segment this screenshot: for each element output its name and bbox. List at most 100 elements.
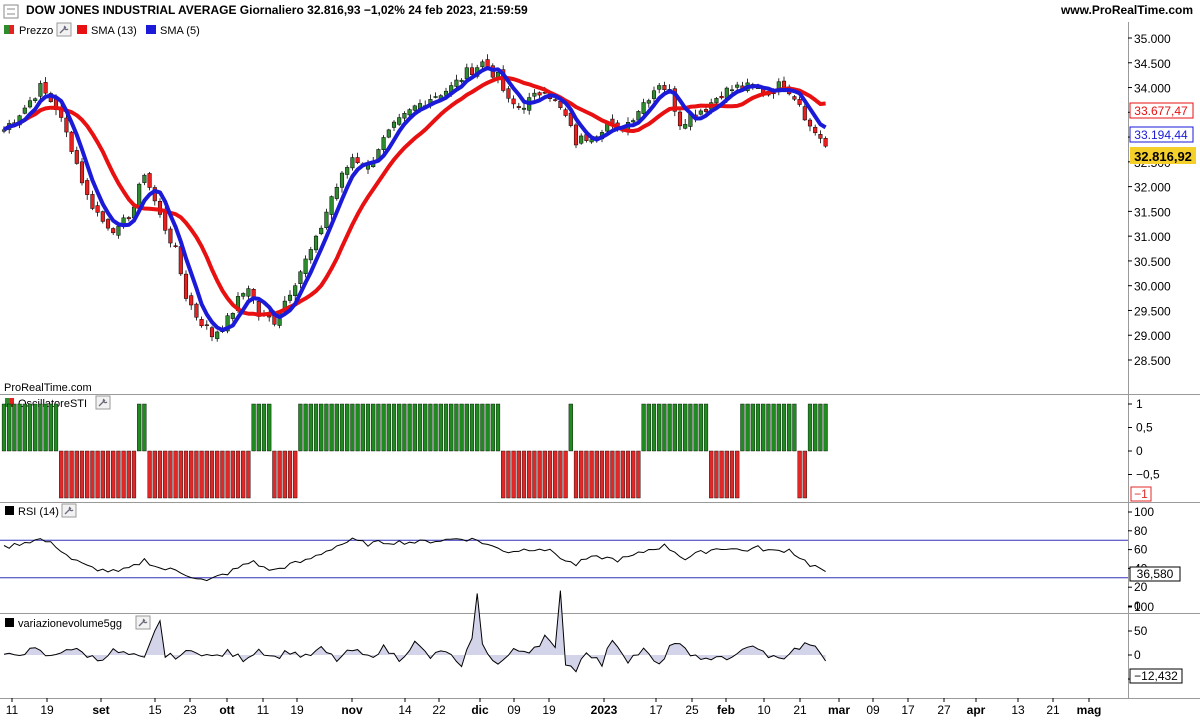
legend-prezzo: Prezzo xyxy=(19,25,53,37)
sti-bar-negative xyxy=(282,450,287,499)
volume-line xyxy=(3,590,827,673)
x-tick-label: nov xyxy=(341,703,363,717)
sti-bar-positive xyxy=(485,403,490,452)
x-tick-label: 09 xyxy=(507,703,521,717)
sti-bar-negative xyxy=(111,450,116,499)
sti-bar-negative xyxy=(537,450,542,499)
candle-body xyxy=(802,106,807,121)
x-tick-label: 11 xyxy=(6,703,19,717)
sti-bar-positive xyxy=(449,403,454,452)
candle-body xyxy=(563,109,568,116)
candle-body xyxy=(329,196,334,215)
wrench-icon[interactable] xyxy=(56,22,72,37)
sti-bar-negative xyxy=(625,450,631,499)
price-legend: Prezzo SMA (13) SMA (5) xyxy=(4,22,200,37)
candle-body xyxy=(95,205,100,213)
candle-body xyxy=(33,98,38,101)
candle-body xyxy=(267,315,272,318)
legend-sma5: SMA (5) xyxy=(160,25,200,37)
x-tick-label: 10 xyxy=(757,703,771,717)
sti-bar-positive xyxy=(657,403,662,452)
candle-body xyxy=(386,129,391,138)
sti-bar-negative xyxy=(163,450,168,499)
x-tick-label: 11 xyxy=(257,703,270,717)
sti-bar-positive xyxy=(651,403,657,452)
candle-body xyxy=(521,107,527,110)
sti-bar-positive xyxy=(53,403,59,452)
sti-bar-negative xyxy=(74,450,79,499)
price-tick-label: 28.500 xyxy=(1134,354,1171,368)
sti-bar-negative xyxy=(199,450,204,499)
candle-body xyxy=(163,211,168,231)
candle-body xyxy=(381,137,386,150)
candle-body xyxy=(807,119,813,127)
price-tick-label: 31.500 xyxy=(1134,205,1171,219)
sti-bar-negative xyxy=(152,450,157,499)
price-tick-label: 35.000 xyxy=(1134,32,1171,46)
candle-body xyxy=(183,273,189,299)
sti-bar-positive xyxy=(490,403,495,452)
sti-bar-positive xyxy=(438,403,443,452)
sti-bar-positive xyxy=(350,403,355,452)
candle-body xyxy=(246,288,251,297)
sti-bar-positive xyxy=(776,403,781,452)
candle-body xyxy=(199,319,204,327)
rsi-tick-label: 60 xyxy=(1134,543,1148,557)
candle-body xyxy=(173,245,178,247)
candle-body xyxy=(813,126,818,134)
chart-window: DOW JONES INDUSTRIAL AVERAGE Giornaliero… xyxy=(0,0,1200,720)
candle-body xyxy=(126,217,131,220)
window-menu-icon[interactable] xyxy=(3,4,19,19)
candle-body xyxy=(402,113,407,119)
x-tick-label: 21 xyxy=(1046,703,1060,717)
sti-bar-negative xyxy=(724,450,729,499)
sti-bar-positive xyxy=(313,403,319,452)
sma13-badge: 33.677,47 xyxy=(1129,102,1194,119)
price-tick-label: 31.000 xyxy=(1134,230,1171,244)
sti-bar-positive xyxy=(750,403,755,452)
volume-label: variazionevolume5gg xyxy=(18,618,122,630)
sti-bar-positive xyxy=(761,403,766,452)
volume-badge-text: −12,432 xyxy=(1134,669,1178,683)
x-tick-label: 17 xyxy=(649,703,663,717)
sti-bar-negative xyxy=(501,450,506,499)
sti-panel xyxy=(1,403,828,499)
volume-badge: −12,432 xyxy=(1129,668,1183,684)
candle-body xyxy=(334,187,339,199)
panel-frames xyxy=(0,22,1200,699)
wrench-icon[interactable] xyxy=(95,395,111,410)
sti-bar-positive xyxy=(27,403,33,452)
sti-bar-positive xyxy=(807,403,813,452)
sti-bar-negative xyxy=(287,450,293,499)
candle-body xyxy=(662,85,667,91)
chart-canvas[interactable]: DOW JONES INDUSTRIAL AVERAGE Giornaliero… xyxy=(0,0,1200,720)
x-tick-label: 19 xyxy=(290,703,304,717)
x-tick-label: set xyxy=(92,703,109,717)
sti-bar-negative xyxy=(69,450,74,499)
sma5-legend-swatch xyxy=(146,25,156,34)
sti-tick-label: −0,5 xyxy=(1136,468,1160,482)
sti-bar-negative xyxy=(131,450,137,499)
sti-bar-positive xyxy=(740,403,745,452)
candle-body xyxy=(79,161,85,184)
sti-bar-positive xyxy=(267,403,272,452)
sti-bar-positive xyxy=(667,403,672,452)
candle-body xyxy=(189,295,194,306)
x-tick-label: 2023 xyxy=(591,703,618,717)
wrench-icon[interactable] xyxy=(135,615,151,630)
candle-body xyxy=(511,98,516,105)
x-tick-label: 14 xyxy=(398,703,412,717)
sti-bar-negative xyxy=(189,450,194,499)
site-url[interactable]: www.ProRealTime.com xyxy=(1060,3,1193,17)
sti-bar-negative xyxy=(558,450,563,499)
candle-body xyxy=(506,88,511,99)
candle-body xyxy=(319,227,324,235)
x-tick-label: dic xyxy=(471,703,489,717)
sti-bar-positive xyxy=(397,403,402,452)
sti-bar-positive xyxy=(683,403,688,452)
candle-body xyxy=(641,102,646,114)
price-legend-swatch-up xyxy=(4,25,9,34)
x-tick-label: mag xyxy=(1077,703,1102,717)
candle-body xyxy=(735,84,740,88)
wrench-icon[interactable] xyxy=(61,503,77,518)
